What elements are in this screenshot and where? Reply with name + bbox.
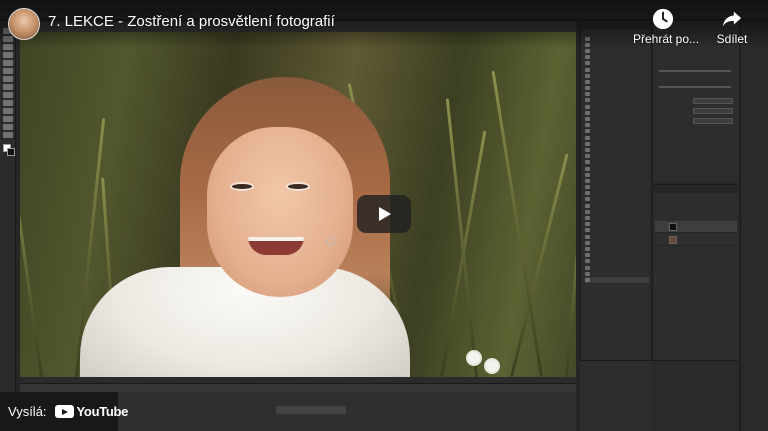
- video-title[interactable]: 7. LEKCE - Zostření a prosvětlení fotogr…: [48, 13, 335, 30]
- youtube-logo-text: YouTube: [76, 404, 129, 419]
- layer-thumbnail: [669, 223, 677, 231]
- panel-dock-strip: [740, 22, 768, 431]
- girl-eye-right: [286, 182, 310, 191]
- play-button[interactable]: [357, 195, 411, 233]
- watch-on-youtube-badge[interactable]: Vysílá: YouTube: [0, 392, 128, 431]
- share-label: Sdílet: [716, 32, 748, 46]
- photo-canvas: [20, 32, 576, 377]
- brush-cursor-icon: [326, 237, 335, 246]
- girl-face: [207, 127, 353, 297]
- youtube-logo: YouTube: [54, 404, 129, 419]
- background-color-swatch: [7, 148, 15, 156]
- layer-thumbnail: [669, 236, 677, 244]
- brush-tool-icon: [3, 84, 13, 90]
- history-brush-tool-icon: [3, 100, 13, 106]
- share-icon: [721, 8, 743, 30]
- clock-icon: [652, 8, 674, 30]
- play-icon: [379, 207, 391, 221]
- daisy-flower: [468, 352, 480, 364]
- history-step-current: [585, 277, 649, 284]
- grass-blade: [565, 177, 576, 377]
- create-timeline-button: [276, 406, 346, 414]
- timeline-header: [20, 384, 576, 392]
- layers-panel: [652, 184, 739, 360]
- layer-row: [655, 221, 737, 233]
- layers-panel-tabs: [653, 185, 739, 193]
- stamp-tool-icon: [3, 92, 13, 98]
- via-label: Vysílá:: [8, 404, 47, 419]
- youtube-play-icon: [54, 405, 74, 418]
- grass-blade: [445, 98, 478, 377]
- dodge-tool-icon: [3, 124, 13, 130]
- history-list: [585, 36, 649, 284]
- properties-slider: [659, 70, 731, 72]
- grass-blade: [20, 158, 43, 377]
- layer-row: [655, 234, 737, 246]
- watch-later-button[interactable]: Přehrát po...: [633, 8, 700, 46]
- paragraph-panel: [652, 360, 738, 431]
- crop-tool-icon: [3, 60, 13, 66]
- properties-button: [693, 118, 733, 124]
- eraser-tool-icon: [3, 108, 13, 114]
- properties-button: [693, 98, 733, 104]
- properties-button: [693, 108, 733, 114]
- properties-slider: [659, 86, 731, 88]
- eyedropper-tool-icon: [3, 68, 13, 74]
- daisy-flower: [486, 360, 498, 372]
- healing-tool-icon: [3, 76, 13, 82]
- player-top-bar: 7. LEKCE - Zostření a prosvětlení fotogr…: [0, 0, 768, 48]
- watch-later-label: Přehrát po...: [633, 32, 700, 46]
- girl-eye-left: [230, 182, 254, 191]
- gradient-tool-icon: [3, 116, 13, 122]
- history-panel: [580, 22, 651, 360]
- character-panel: [580, 360, 652, 431]
- channel-avatar[interactable]: [8, 8, 40, 40]
- hand-tool-icon: [3, 132, 13, 138]
- share-button[interactable]: Sdílet: [702, 8, 762, 46]
- grass-blade: [510, 153, 569, 377]
- grass-blade: [491, 70, 543, 377]
- photoshop-toolbar: [0, 22, 16, 392]
- quick-select-tool-icon: [3, 52, 13, 58]
